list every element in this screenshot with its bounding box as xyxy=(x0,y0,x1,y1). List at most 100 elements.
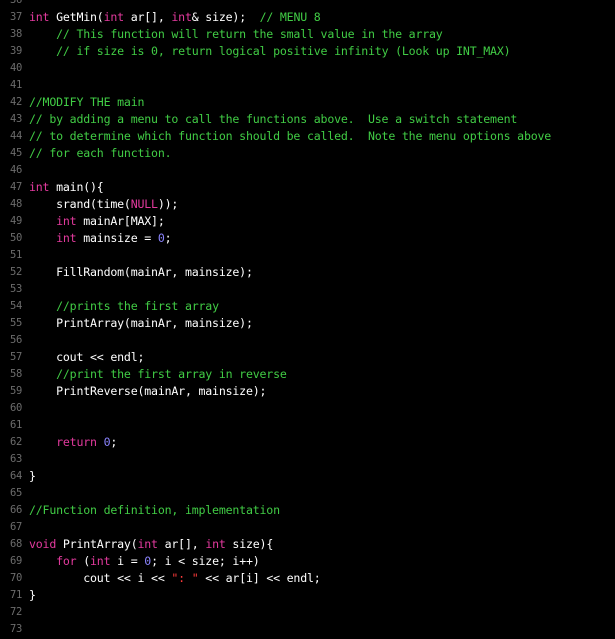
code-line[interactable]: 39 // if size is 0, return logical posit… xyxy=(0,43,615,60)
code-content: srand(time(NULL)); xyxy=(29,196,178,213)
line-number: 46 xyxy=(9,164,22,176)
line-number: 67 xyxy=(9,521,22,533)
code-line[interactable]: 63 xyxy=(0,451,615,468)
line-number: 69 xyxy=(9,555,22,567)
line-number: 44 xyxy=(9,130,22,142)
code-line[interactable]: 65 xyxy=(0,485,615,502)
code-line[interactable]: 44 // to determine which function should … xyxy=(0,128,615,145)
code-line[interactable]: 61 xyxy=(0,417,615,434)
code-line[interactable]: 54 //prints the first array xyxy=(0,298,615,315)
code-line[interactable]: 56 xyxy=(0,332,615,349)
code-line[interactable]: 58 //print the first array in reverse xyxy=(0,366,615,383)
code-line[interactable]: 67 xyxy=(0,519,615,536)
code-content: // This function will return the small v… xyxy=(29,26,443,43)
code-content: cout << i << ": " << ar[i] << endl; xyxy=(29,570,321,587)
line-number: 41 xyxy=(9,79,22,91)
keyword-token: int xyxy=(29,180,50,194)
number-literal: 0 xyxy=(157,231,165,245)
code-line[interactable]: 43 // by adding a menu to call the functi… xyxy=(0,111,615,128)
line-number: 56 xyxy=(9,334,22,346)
code-line[interactable]: 55 PrintArray(mainAr, mainsize); xyxy=(0,315,615,332)
line-number: 52 xyxy=(9,266,22,278)
code-line[interactable]: 62 return 0; xyxy=(0,434,615,451)
code-line[interactable]: 64} xyxy=(0,468,615,485)
code-content: } xyxy=(29,468,36,485)
keyword-token: int xyxy=(171,10,192,24)
code-text: main(){ xyxy=(49,180,104,194)
code-text: PrintArray( xyxy=(56,537,138,551)
code-line[interactable]: 72 xyxy=(0,604,615,621)
code-line[interactable]: 36 xyxy=(0,0,615,9)
line-number: 65 xyxy=(9,487,22,499)
line-number: 57 xyxy=(9,351,22,363)
code-content: FillRandom(mainAr, mainsize); xyxy=(29,264,253,281)
line-number: 36 xyxy=(9,0,22,6)
code-line[interactable]: 46 xyxy=(0,162,615,179)
code-content: int main(){ xyxy=(29,179,104,196)
line-number: 60 xyxy=(9,402,22,414)
code-text: GetMin( xyxy=(49,10,104,24)
code-content: //Function definition, implementation xyxy=(29,502,280,519)
code-text: cout << endl; xyxy=(29,350,145,364)
code-line[interactable]: 59 PrintReverse(mainAr, mainsize); xyxy=(0,383,615,400)
line-number: 61 xyxy=(9,419,22,431)
line-number: 37 xyxy=(9,11,22,23)
code-line[interactable]: 71} xyxy=(0,587,615,604)
code-line[interactable]: 37 int GetMin(int ar[], int& size); // ME… xyxy=(0,9,615,26)
line-number: 42 xyxy=(9,96,22,108)
code-line[interactable]: 52 FillRandom(mainAr, mainsize); xyxy=(0,264,615,281)
code-line[interactable]: 38 // This function will return the smal… xyxy=(0,26,615,43)
code-line[interactable]: 42 //MODIFY THE main xyxy=(0,94,615,111)
code-text: FillRandom(mainAr, mainsize); xyxy=(29,265,253,279)
line-number: 63 xyxy=(9,453,22,465)
line-number: 43 xyxy=(9,113,22,125)
code-text: ( xyxy=(76,554,91,568)
code-line[interactable]: 40 xyxy=(0,60,615,77)
code-text: PrintReverse(mainAr, mainsize); xyxy=(29,384,267,398)
comment-token: //print the first array in reverse xyxy=(56,367,287,381)
code-content: // to determine which function should be… xyxy=(29,128,551,145)
code-line[interactable]: 68 void PrintArray(int ar[], int size){ xyxy=(0,536,615,553)
code-line[interactable]: 60 xyxy=(0,400,615,417)
code-text: } xyxy=(29,469,36,483)
line-number: 54 xyxy=(9,300,22,312)
code-line[interactable]: 49 int mainAr[MAX]; xyxy=(0,213,615,230)
code-line[interactable]: 57 cout << endl; xyxy=(0,349,615,366)
code-line[interactable]: 51 xyxy=(0,247,615,264)
line-number: 62 xyxy=(9,436,22,448)
line-number: 72 xyxy=(9,606,22,618)
code-text: ; xyxy=(164,231,172,245)
code-editor[interactable]: 36 37 int GetMin(int ar[], int& size); // … xyxy=(0,0,615,638)
code-line[interactable]: 47 int main(){ xyxy=(0,179,615,196)
keyword-token: NULL xyxy=(130,197,158,211)
code-line[interactable]: 50 int mainsize = 0; xyxy=(0,230,615,247)
code-line[interactable]: 41 xyxy=(0,77,615,94)
code-content: //MODIFY THE main xyxy=(29,94,144,111)
code-text: } xyxy=(29,588,36,602)
code-content: int GetMin(int ar[], int& size); // MENU… xyxy=(29,9,321,26)
code-line[interactable]: 53 xyxy=(0,281,615,298)
code-line[interactable]: 73 xyxy=(0,621,615,638)
line-number: 50 xyxy=(9,232,22,244)
line-number: 49 xyxy=(9,215,22,227)
line-number: 38 xyxy=(9,28,22,40)
code-line[interactable]: 48 srand(time(NULL)); xyxy=(0,196,615,213)
code-line[interactable]: 69 for (int i = 0; i < size; i++) xyxy=(0,553,615,570)
code-text: mainsize = xyxy=(76,231,158,245)
line-number: 51 xyxy=(9,249,22,261)
code-text: srand(time( xyxy=(29,197,131,211)
keyword-token: int xyxy=(90,554,111,568)
comment-token: //prints the first array xyxy=(56,299,219,313)
code-line[interactable]: 66 //Function definition, implementation xyxy=(0,502,615,519)
code-content: } xyxy=(29,587,36,604)
code-line[interactable]: 45 // for each function. xyxy=(0,145,615,162)
code-line[interactable]: 70 cout << i << ": " << ar[i] << endl; xyxy=(0,570,615,587)
code-text: ; i < size; i++) xyxy=(151,554,260,568)
